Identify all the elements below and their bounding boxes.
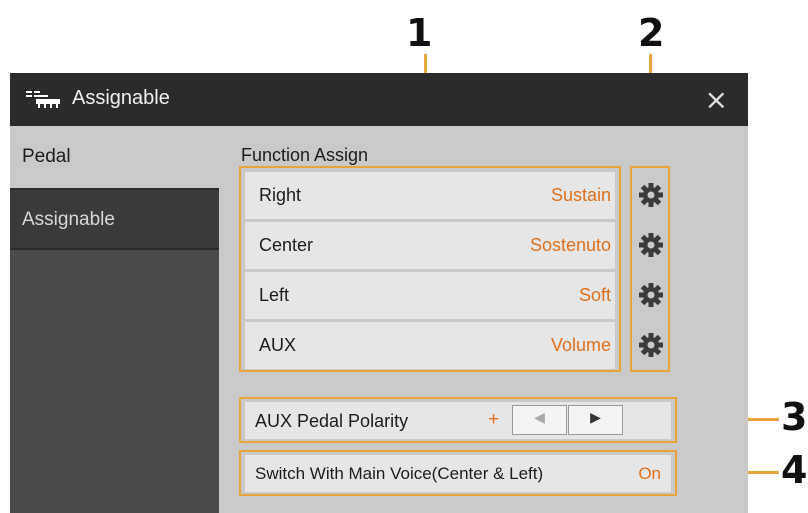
aux-polarity-row: AUX Pedal Polarity + ◀ ▶ (245, 402, 671, 439)
function-assign-list: Right Sustain Center Sostenuto Left Soft… (239, 166, 621, 372)
row-value: Volume (550, 335, 611, 355)
row-label: Center (259, 235, 314, 255)
section-title: Function Assign (241, 145, 369, 165)
assign-row-center[interactable]: Center Sostenuto (245, 222, 615, 269)
callout-4: 4 (781, 448, 808, 492)
window-title: Assignable (72, 87, 170, 109)
tab-assignable[interactable]: Assignable (10, 188, 219, 250)
row-value: Soft (578, 285, 611, 305)
callout-3: 3 (781, 395, 808, 439)
row-value: Sustain (550, 185, 611, 205)
pedal-icon (26, 88, 60, 110)
assign-row-left[interactable]: Left Soft (245, 272, 615, 319)
row-label: AUX (259, 335, 297, 355)
gear-icon[interactable] (638, 282, 664, 308)
assign-row-aux[interactable]: AUX Volume (245, 322, 615, 369)
row-value: Sostenuto (529, 235, 611, 255)
aux-polarity-value: + (488, 409, 500, 430)
gear-icon[interactable] (638, 182, 664, 208)
right-arrow-icon: ▶ (590, 410, 601, 426)
row-label: Left (259, 285, 290, 305)
polarity-left-button[interactable]: ◀ (512, 405, 567, 435)
callout-1: 1 (406, 11, 433, 55)
aux-polarity-group: AUX Pedal Polarity + ◀ ▶ (239, 397, 677, 443)
tab-pedal[interactable]: Pedal (10, 126, 219, 188)
polarity-right-button[interactable]: ▶ (568, 405, 623, 435)
callout-2: 2 (638, 11, 665, 55)
assign-row-right[interactable]: Right Sustain (245, 172, 615, 219)
aux-polarity-label: AUX Pedal Polarity (255, 411, 409, 431)
switch-main-voice-group: Switch With Main Voice(Center & Left) On (239, 450, 677, 496)
gear-icon[interactable] (638, 332, 664, 358)
switch-main-voice-row[interactable]: Switch With Main Voice(Center & Left) On (245, 455, 671, 492)
close-button[interactable]: × (705, 83, 728, 116)
title-bar: Assignable × (10, 73, 748, 126)
settings-column (630, 166, 670, 372)
gear-icon[interactable] (638, 232, 664, 258)
switch-main-voice-value: On (638, 464, 661, 483)
row-label: Right (259, 185, 302, 205)
left-arrow-icon: ◀ (534, 410, 545, 426)
switch-main-voice-label: Switch With Main Voice(Center & Left) (255, 464, 544, 483)
sidebar: Pedal Assignable (10, 126, 219, 513)
